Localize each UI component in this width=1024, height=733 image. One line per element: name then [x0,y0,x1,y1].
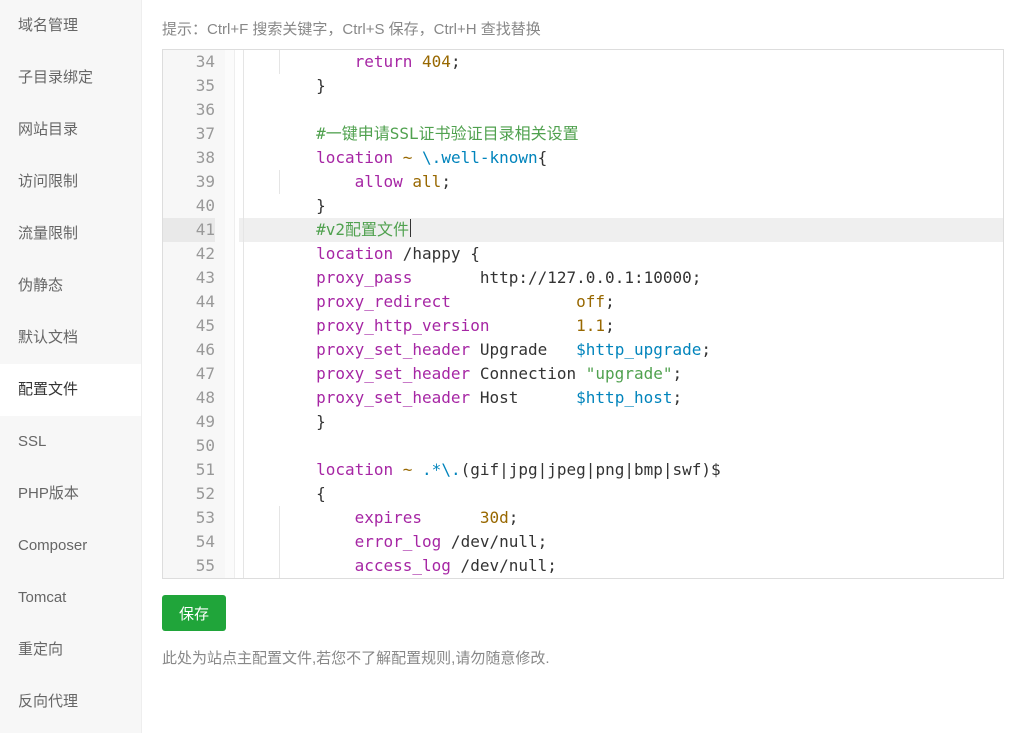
code-line[interactable]: location ~ \.well-known{ [239,146,1003,170]
line-number: 41 [163,218,215,242]
sidebar-item-3[interactable]: 访问限制 [0,156,141,208]
main-panel: 提示：Ctrl+F 搜索关键字，Ctrl+S 保存，Ctrl+H 查找替换 34… [142,0,1024,733]
line-number: 43 [163,266,215,290]
sidebar-item-2[interactable]: 网站目录 [0,104,141,156]
code-line[interactable]: proxy_set_header Connection "upgrade"; [239,362,1003,386]
line-number: 37 [163,122,215,146]
sidebar-item-5[interactable]: 伪静态 [0,260,141,312]
code-line[interactable]: { [239,482,1003,506]
code-line[interactable]: location ~ .*\.(gif|jpg|jpeg|png|bmp|swf… [239,458,1003,482]
line-number: 55 [163,554,215,578]
line-number: 36 [163,98,215,122]
sidebar-item-8[interactable]: SSL [0,416,141,468]
sidebar-item-11[interactable]: Tomcat [0,572,141,624]
line-number: 45 [163,314,215,338]
line-number: 54 [163,530,215,554]
code-line[interactable]: proxy_pass http://127.0.0.1:10000; [239,266,1003,290]
line-number: 38 [163,146,215,170]
line-number: 47 [163,362,215,386]
sidebar-item-7[interactable]: 配置文件 [0,364,141,416]
line-number-gutter: 3435363738394041424344454647484950515253… [163,50,225,578]
code-line[interactable]: } [239,74,1003,98]
code-line[interactable]: proxy_http_version 1.1; [239,314,1003,338]
sidebar-item-9[interactable]: PHP版本 [0,468,141,520]
config-editor[interactable]: 3435363738394041424344454647484950515253… [162,49,1004,579]
code-line[interactable]: } [239,410,1003,434]
line-number: 35 [163,74,215,98]
line-number: 40 [163,194,215,218]
code-line[interactable]: expires 30d; [239,506,1003,530]
config-footnote: 此处为站点主配置文件,若您不了解配置规则,请勿随意修改. [162,647,1004,668]
code-line[interactable]: error_log /dev/null; [239,530,1003,554]
line-number: 42 [163,242,215,266]
save-button[interactable]: 保存 [162,595,226,631]
code-line[interactable]: #v2配置文件 [239,218,1003,242]
sidebar-item-0[interactable]: 域名管理 [0,0,141,52]
code-line[interactable]: proxy_redirect off; [239,290,1003,314]
sidebar-item-1[interactable]: 子目录绑定 [0,52,141,104]
code-line[interactable]: proxy_set_header Host $http_host; [239,386,1003,410]
line-number: 48 [163,386,215,410]
code-line[interactable]: location /happy { [239,242,1003,266]
line-number: 50 [163,434,215,458]
line-number: 53 [163,506,215,530]
sidebar-item-4[interactable]: 流量限制 [0,208,141,260]
line-number: 52 [163,482,215,506]
code-line[interactable] [239,98,1003,122]
line-number: 44 [163,290,215,314]
code-line[interactable]: access_log /dev/null; [239,554,1003,578]
sidebar-item-13[interactable]: 反向代理 [0,676,141,728]
line-number: 51 [163,458,215,482]
sidebar-item-10[interactable]: Composer [0,520,141,572]
sidebar-item-12[interactable]: 重定向 [0,624,141,676]
code-line[interactable]: allow all; [239,170,1003,194]
code-line[interactable]: } [239,194,1003,218]
editor-hint: 提示：Ctrl+F 搜索关键字，Ctrl+S 保存，Ctrl+H 查找替换 [162,18,1004,39]
code-line[interactable]: proxy_set_header Upgrade $http_upgrade; [239,338,1003,362]
sidebar: 域名管理子目录绑定网站目录访问限制流量限制伪静态默认文档配置文件SSLPHP版本… [0,0,142,733]
fold-column [225,50,235,578]
code-line[interactable]: #一键申请SSL证书验证目录相关设置 [239,122,1003,146]
line-number: 49 [163,410,215,434]
sidebar-item-6[interactable]: 默认文档 [0,312,141,364]
line-number: 34 [163,50,215,74]
line-number: 39 [163,170,215,194]
code-area[interactable]: return 404; } #一键申请SSL证书验证目录相关设置 locatio… [235,50,1003,578]
code-line[interactable]: return 404; [239,50,1003,74]
code-line[interactable] [239,434,1003,458]
line-number: 46 [163,338,215,362]
